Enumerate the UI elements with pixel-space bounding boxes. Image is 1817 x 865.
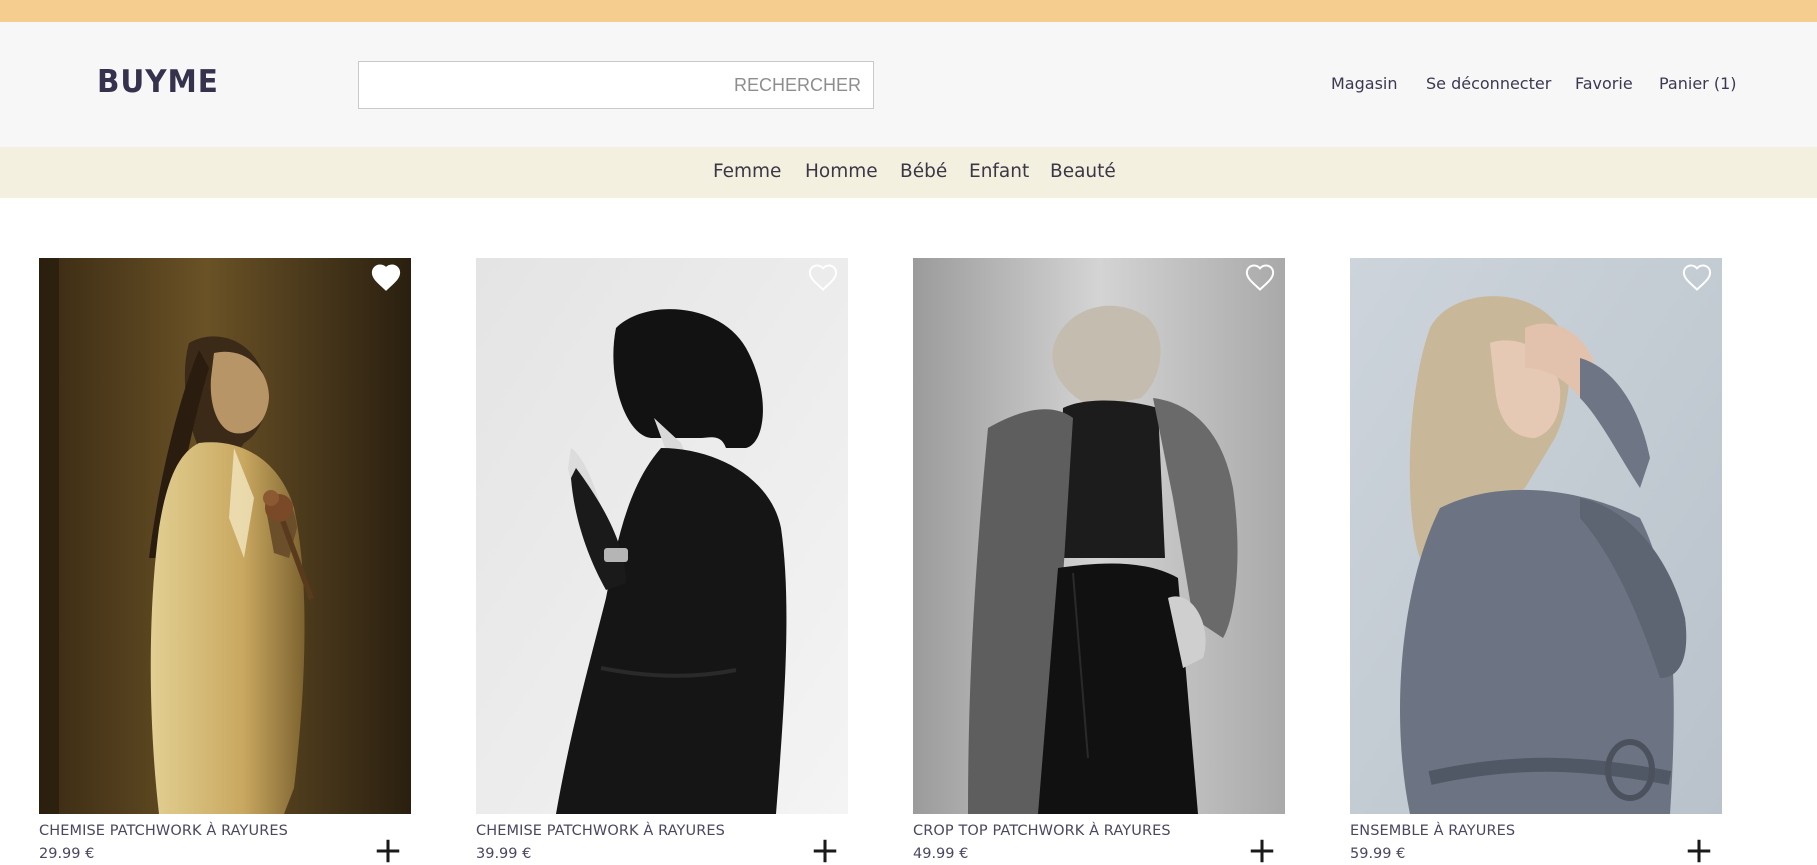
product-name[interactable]: CHEMISE PATCHWORK À RAYURES [39,823,288,839]
category-nav: Femme Homme Bébé Enfant Beauté [0,147,1817,198]
product-card[interactable]: CHEMISE PATCHWORK À RAYURES 29.99 € [39,258,411,863]
nav-link-favorites[interactable]: Favorie [1575,74,1633,93]
product-name[interactable]: ENSEMBLE À RAYURES [1350,823,1515,839]
product-name[interactable]: CROP TOP PATCHWORK À RAYURES [913,823,1171,839]
search-input[interactable] [359,62,873,108]
product-price: 49.99 € [913,846,969,862]
category-men[interactable]: Homme [805,161,878,182]
heart-icon[interactable] [371,263,401,291]
product-price: 29.99 € [39,846,95,862]
plus-icon[interactable] [1686,838,1712,864]
plus-icon[interactable] [812,838,838,864]
product-name[interactable]: CHEMISE PATCHWORK À RAYURES [476,823,725,839]
product-image[interactable] [476,258,848,814]
plus-icon[interactable] [1249,838,1275,864]
category-kids[interactable]: Enfant [969,161,1029,182]
heart-icon[interactable] [1682,263,1712,291]
heart-icon[interactable] [808,263,838,291]
brand-logo[interactable]: BUYME [97,64,219,100]
product-image[interactable] [1350,258,1722,814]
site-header: BUYME Magasin Se déconnecter Favorie Pan… [0,22,1817,147]
product-price: 59.99 € [1350,846,1406,862]
plus-icon[interactable] [375,838,401,864]
product-card[interactable]: CROP TOP PATCHWORK À RAYURES 49.99 € [913,258,1285,863]
product-image[interactable] [39,258,411,814]
top-accent-strip [0,0,1817,22]
nav-link-logout[interactable]: Se déconnecter [1426,74,1551,93]
product-price: 39.99 € [476,846,532,862]
product-image[interactable] [913,258,1285,814]
product-card[interactable]: CHEMISE PATCHWORK À RAYURES 39.99 € [476,258,848,863]
category-baby[interactable]: Bébé [900,161,947,182]
product-card[interactable]: ENSEMBLE À RAYURES 59.99 € [1350,258,1722,863]
heart-icon[interactable] [1245,263,1275,291]
nav-link-cart[interactable]: Panier (1) [1659,74,1737,93]
nav-link-store[interactable]: Magasin [1331,74,1398,93]
category-women[interactable]: Femme [713,161,781,182]
category-beauty[interactable]: Beauté [1050,161,1116,182]
search-box[interactable] [358,61,874,109]
